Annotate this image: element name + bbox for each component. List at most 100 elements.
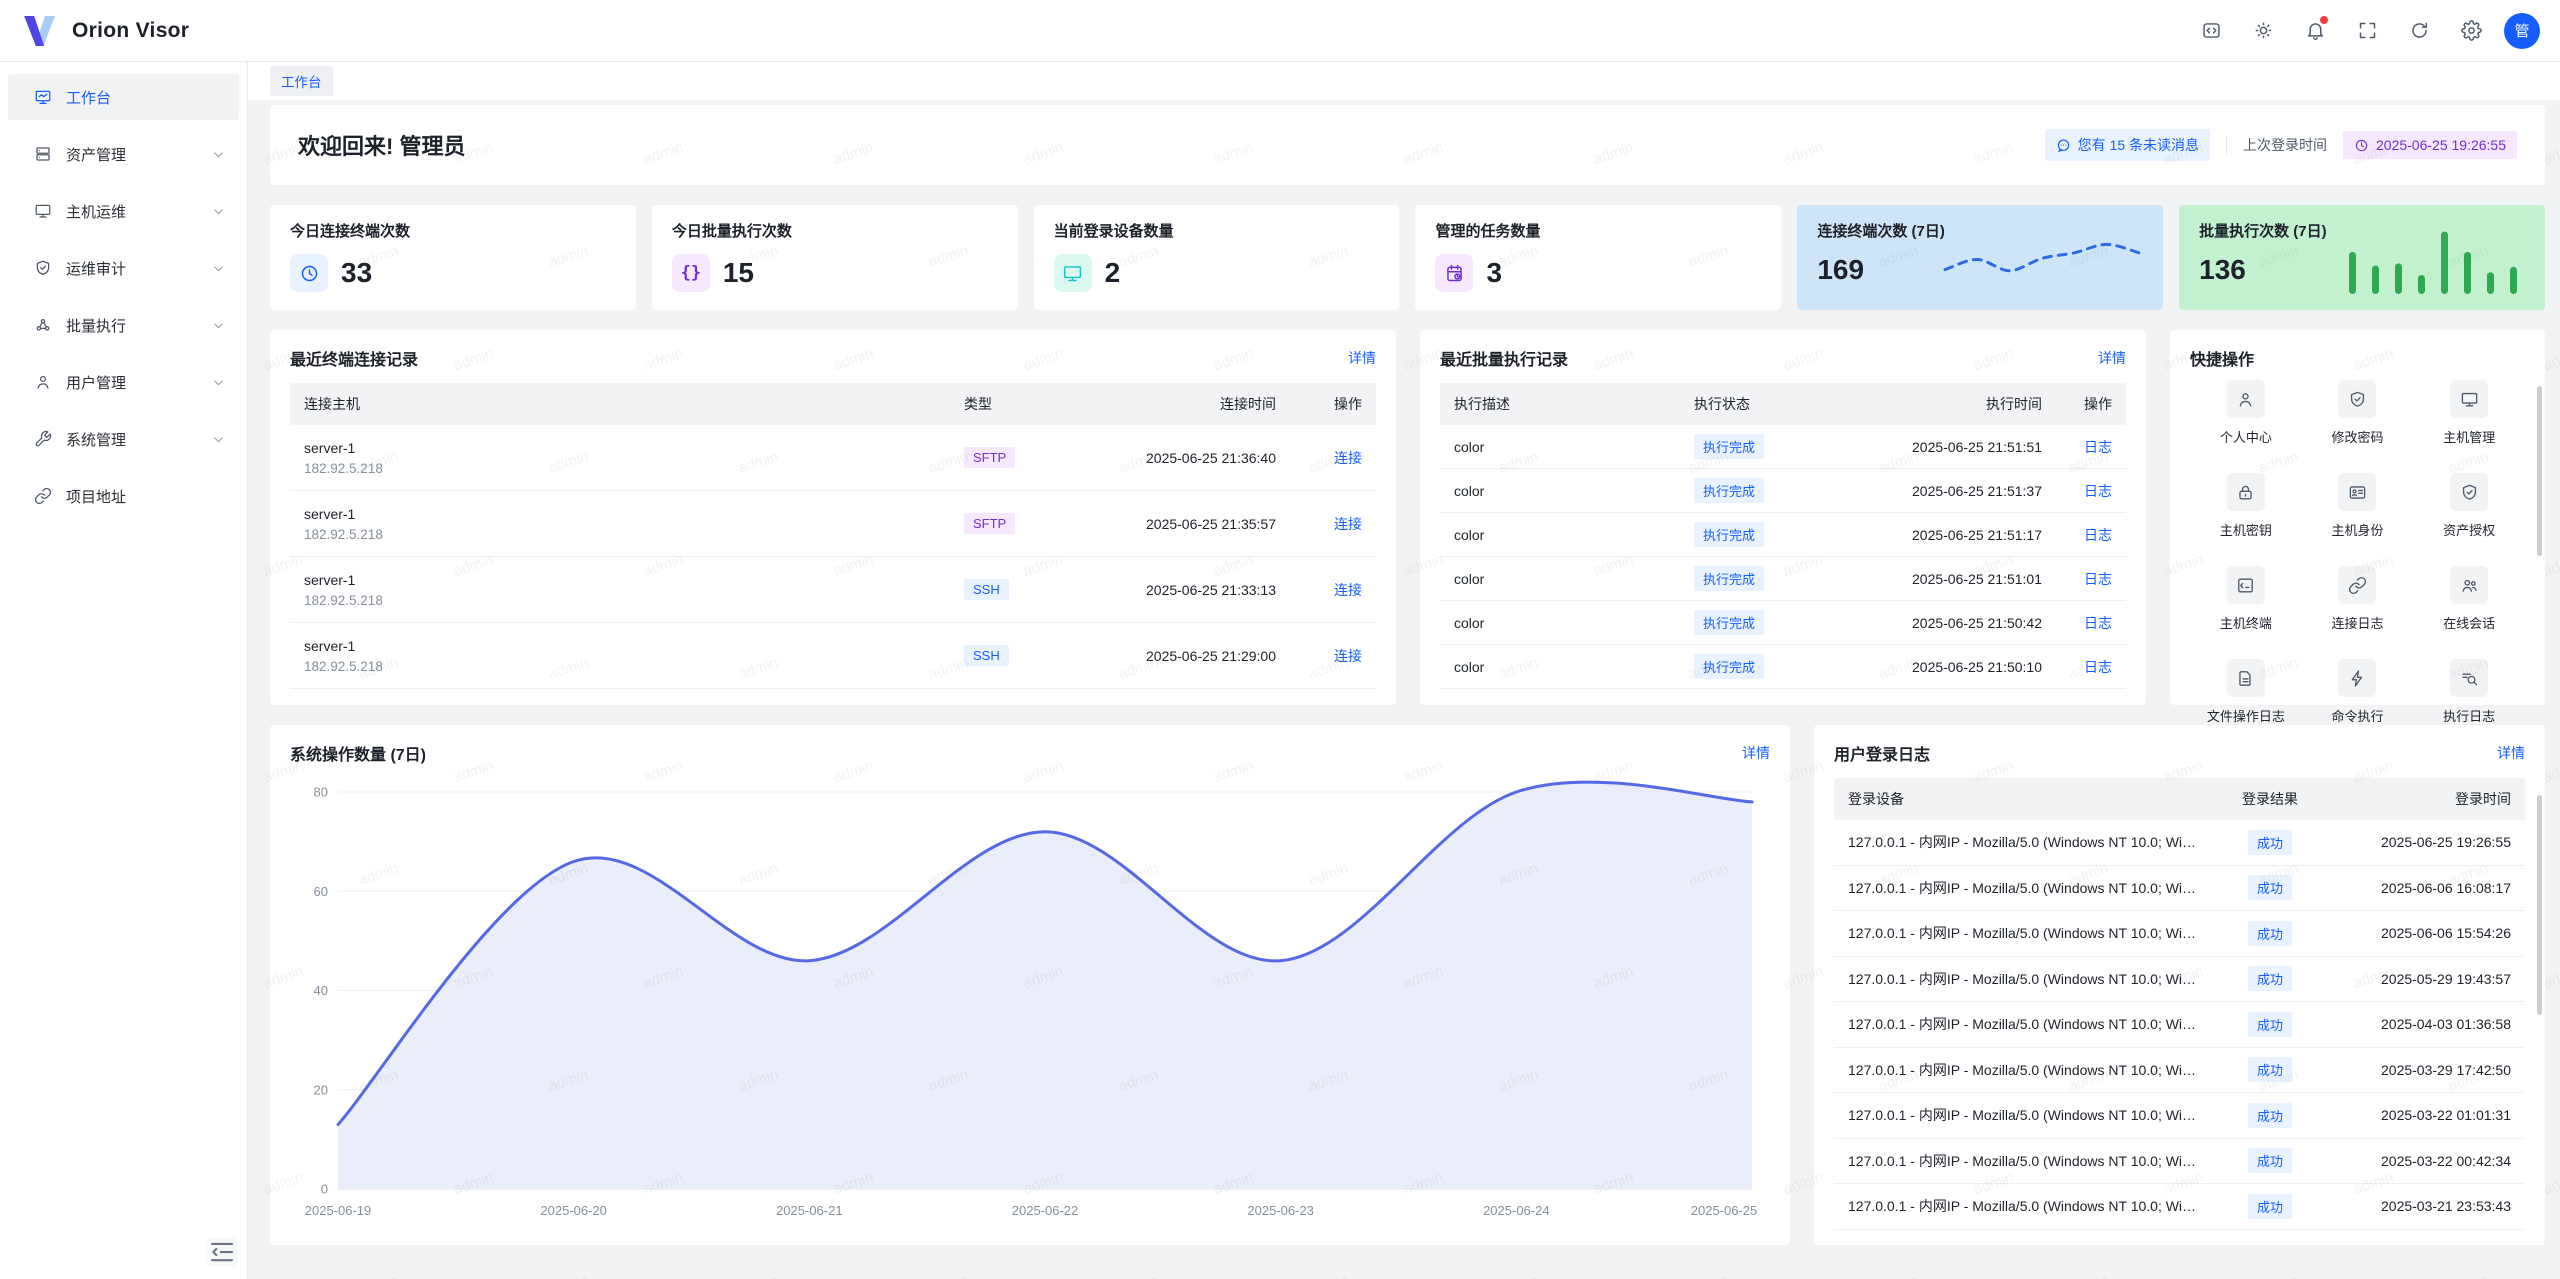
card-title: 快捷操作: [2190, 346, 2254, 370]
table-row: server-1182.92.5.218 SSH 2025-06-25 21:3…: [290, 557, 1376, 623]
col-header: 操作: [2056, 394, 2126, 414]
breadcrumb-item-workbench[interactable]: 工作台: [270, 66, 333, 96]
connect-link[interactable]: 连接: [1334, 648, 1362, 664]
log-link[interactable]: 日志: [2084, 527, 2112, 543]
status-cell: 执行完成: [1680, 610, 1830, 635]
avatar[interactable]: 管: [2504, 13, 2540, 49]
quick-action-1[interactable]: 修改密码: [2302, 380, 2414, 446]
quick-action-0[interactable]: 个人中心: [2190, 380, 2302, 446]
login-detail-link[interactable]: 详情: [2497, 743, 2525, 763]
svg-text:60: 60: [314, 884, 328, 899]
quick-action-8[interactable]: 在线会话: [2413, 566, 2525, 632]
status-cell: 执行完成: [1680, 654, 1830, 679]
log-link[interactable]: 日志: [2084, 571, 2112, 587]
host-cell: server-1182.92.5.218: [290, 638, 950, 674]
quick-action-label: 主机身份: [2331, 520, 2383, 539]
result-badge: 成功: [2248, 1103, 2292, 1128]
sidebar-item-5[interactable]: 用户管理: [8, 359, 239, 405]
search-log-icon: [2460, 669, 2479, 688]
terminal-detail-link[interactable]: 详情: [1348, 348, 1376, 368]
quick-action-4[interactable]: 主机身份: [2302, 473, 2414, 539]
result-badge: 成功: [2248, 921, 2292, 946]
col-header: 执行描述: [1440, 394, 1680, 414]
device-cell: 127.0.0.1 - 内网IP - Mozilla/5.0 (Windows …: [1834, 1151, 2211, 1171]
batch-exec-sparkline: [2343, 222, 2529, 298]
quick-action-10[interactable]: 命令执行: [2302, 659, 2414, 725]
quick-action-5[interactable]: 资产授权: [2413, 473, 2525, 539]
log-link[interactable]: 日志: [2084, 483, 2112, 499]
breadcrumb: 工作台: [248, 62, 2560, 100]
quick-action-2[interactable]: 主机管理: [2413, 380, 2525, 446]
device-cell: 127.0.0.1 - 内网IP - Mozilla/5.0 (Windows …: [1834, 923, 2211, 943]
log-link[interactable]: 日志: [2084, 615, 2112, 631]
device-cell: 127.0.0.1 - 内网IP - Mozilla/5.0 (Windows …: [1834, 1105, 2211, 1125]
quick-action-7[interactable]: 连接日志: [2302, 566, 2414, 632]
quick-action-9[interactable]: 文件操作日志: [2190, 659, 2302, 725]
unread-messages-badge[interactable]: 您有 15 条未读消息: [2045, 129, 2210, 161]
log-link[interactable]: 日志: [2084, 439, 2112, 455]
sidebar-item-label: 用户管理: [66, 372, 126, 393]
code-icon: [2201, 20, 2222, 41]
quick-actions-card: 快捷操作 个人中心 修改密码 主机管理 主机密钥 主机身份 资产授权 主机终端 …: [2170, 330, 2545, 705]
sidebar-item-0[interactable]: 工作台: [8, 74, 239, 120]
exec-detail-link[interactable]: 详情: [2098, 348, 2126, 368]
desc-cell: color: [1440, 659, 1680, 675]
user-icon: [2236, 390, 2255, 409]
svg-text:40: 40: [314, 983, 328, 998]
action-cell: 日志: [2056, 437, 2126, 457]
action-cell: 日志: [2056, 613, 2126, 633]
quick-action-3[interactable]: 主机密钥: [2190, 473, 2302, 539]
device-cell: 127.0.0.1 - 内网IP - Mozilla/5.0 (Windows …: [1834, 969, 2211, 989]
chevron-down-icon: [212, 205, 225, 218]
sidebar-item-label: 主机运维: [66, 201, 126, 222]
connect-link[interactable]: 连接: [1334, 450, 1362, 466]
settings-button[interactable]: [2452, 12, 2490, 50]
sidebar-item-1[interactable]: 资产管理: [8, 131, 239, 177]
quick-action-11[interactable]: 执行日志: [2413, 659, 2525, 725]
connect-link[interactable]: 连接: [1334, 516, 1362, 532]
time-cell: 2025-06-25 19:26:55: [2329, 834, 2525, 850]
chevron-down-icon: [212, 148, 225, 161]
refresh-button[interactable]: [2400, 12, 2438, 50]
notification-button[interactable]: [2296, 12, 2334, 50]
scrollbar[interactable]: [2537, 386, 2542, 556]
connect-link[interactable]: 连接: [1334, 582, 1362, 598]
app-title: Orion Visor: [72, 19, 189, 43]
action-cell: 连接: [1290, 646, 1376, 666]
theme-button[interactable]: [2244, 12, 2282, 50]
table-row: color 执行完成 2025-06-25 21:50:10 日志: [1440, 645, 2126, 689]
table-row: 127.0.0.1 - 内网IP - Mozilla/5.0 (Windows …: [1834, 820, 2525, 866]
quick-action-6[interactable]: 主机终端: [2190, 566, 2302, 632]
sidebar-item-label: 批量执行: [66, 315, 126, 336]
status-badge: 执行完成: [1694, 566, 1764, 591]
status-badge: 执行完成: [1694, 478, 1764, 503]
sidebar-item-4[interactable]: 批量执行: [8, 302, 239, 348]
sidebar-item-2[interactable]: 主机运维: [8, 188, 239, 234]
sidebar-item-label: 系统管理: [66, 429, 126, 450]
terminal-icon: [2236, 576, 2255, 595]
user-icon: [34, 373, 52, 391]
stat-card-4: 连接终端次数 (7日)169: [1797, 205, 2163, 310]
scrollbar[interactable]: [2537, 795, 2542, 1015]
code-button[interactable]: [2192, 12, 2230, 50]
table-row: color 执行完成 2025-06-25 21:51:37 日志: [1440, 469, 2126, 513]
table-row: 127.0.0.1 - 内网IP - Mozilla/5.0 (Windows …: [1834, 911, 2525, 957]
sidebar-item-7[interactable]: 项目地址: [8, 473, 239, 519]
sidebar-item-3[interactable]: 运维审计: [8, 245, 239, 291]
fullscreen-button[interactable]: [2348, 12, 2386, 50]
recent-terminal-connections-card: 最近终端连接记录 详情 连接主机类型连接时间操作 server-1182.92.…: [270, 330, 1396, 705]
quick-action-label: 连接日志: [2331, 613, 2383, 632]
log-link[interactable]: 日志: [2084, 659, 2112, 675]
col-header: 类型: [950, 394, 1060, 414]
result-cell: 成功: [2211, 966, 2329, 991]
chart-detail-link[interactable]: 详情: [1742, 743, 1770, 763]
type-cell: SFTP: [950, 513, 1060, 534]
bolt-icon: [2348, 669, 2367, 688]
stat-label: 今日连接终端次数: [290, 220, 616, 241]
topbar-actions: 管: [2192, 12, 2540, 50]
svg-text:2025-06-24: 2025-06-24: [1483, 1203, 1550, 1218]
sidebar-collapse-button[interactable]: [207, 1237, 237, 1267]
message-icon: [2056, 138, 2071, 153]
sidebar-item-6[interactable]: 系统管理: [8, 416, 239, 462]
stat-label: 当前登录设备数量: [1054, 220, 1380, 241]
